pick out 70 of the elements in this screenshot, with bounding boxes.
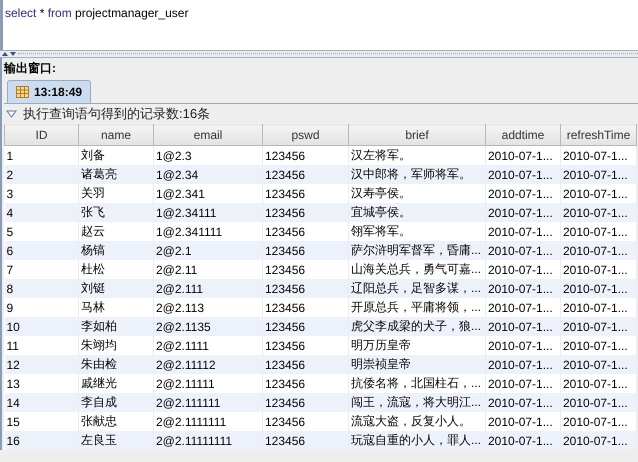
table-cell: 2010-07-1... [486, 393, 560, 412]
table-cell: 1@2.34111 [154, 203, 262, 222]
table-cell: 2010-07-1... [560, 165, 636, 184]
table-cell: 明崇祯皇帝 [348, 355, 486, 374]
table-cell: 玩寇自重的小人，罪人... [348, 431, 486, 450]
table-cell: 1@2.34 [154, 165, 262, 184]
table-cell: 杨镐 [78, 241, 154, 260]
table-icon [16, 86, 29, 98]
table-cell: 2@2.111111 [154, 393, 262, 412]
table-cell: 16 [4, 431, 78, 450]
table-cell: 2010-07-1... [486, 165, 560, 184]
table-cell: 萨尔浒明军督军，昏庸... [348, 241, 486, 260]
column-header[interactable]: name [78, 124, 154, 146]
table-cell: 123456 [262, 317, 348, 336]
table-cell: 2010-07-1... [560, 317, 636, 336]
column-header[interactable]: email [154, 124, 262, 146]
table-cell: 8 [4, 279, 78, 298]
table-cell: 4 [4, 203, 78, 222]
table-cell: 2010-07-1... [560, 393, 636, 412]
column-header[interactable]: addtime [486, 124, 560, 146]
table-cell: 李自成 [78, 393, 154, 412]
collapse-triangle-icon[interactable] [6, 110, 17, 118]
table-cell: 诸葛亮 [78, 165, 154, 184]
table-cell: 汉中郎将，军师将军。 [348, 165, 486, 184]
table-cell: 123456 [262, 355, 348, 374]
table-cell: 2 [4, 165, 78, 184]
table-cell: 李如柏 [78, 317, 154, 336]
table-cell: 朱由检 [78, 355, 154, 374]
table-cell: 2010-07-1... [560, 431, 636, 450]
column-header[interactable]: ID [4, 124, 78, 146]
splitter-arrows-icon[interactable] [2, 51, 16, 57]
output-window-label: 输出窗口: [4, 60, 56, 77]
table-cell: 2010-07-1... [486, 279, 560, 298]
table-cell: 2@2.1 [154, 241, 262, 260]
record-count-title: 执行查询语句得到的记录数:16条 [23, 105, 210, 123]
table-cell: 张飞 [78, 203, 154, 222]
table-cell: 2@2.11112 [154, 355, 262, 374]
table-cell: 2010-07-1... [560, 203, 636, 222]
table-cell: 2@2.1135 [154, 317, 262, 336]
table-cell: 2010-07-1... [560, 355, 636, 374]
table-cell: 123456 [262, 165, 348, 184]
result-tab[interactable]: 13:18:49 [7, 80, 92, 103]
table-cell: 2010-07-1... [560, 279, 636, 298]
table-cell: 左良玉 [78, 431, 154, 450]
table-cell: 123456 [262, 241, 348, 260]
sql-query[interactable]: select * from projectmanager_user [5, 6, 188, 20]
table-cell: 2010-07-1... [486, 431, 560, 450]
table-cell: 123456 [262, 393, 348, 412]
column-header[interactable]: brief [348, 124, 486, 146]
table-cell: 2@2.111 [154, 279, 262, 298]
table-cell: 刘铤 [78, 279, 154, 298]
table-cell: 2010-07-1... [486, 203, 560, 222]
table-cell: 2010-07-1... [486, 241, 560, 260]
table-cell: 2010-07-1... [486, 355, 560, 374]
table-cell: 123456 [262, 203, 348, 222]
table-cell: 14 [4, 393, 78, 412]
column-header[interactable]: refreshTime [560, 124, 636, 146]
table-cell: 闯王，流寇，将大明江... [348, 393, 486, 412]
table-cell: 6 [4, 241, 78, 260]
table-cell: 2010-07-1... [486, 317, 560, 336]
table-cell: 10 [4, 317, 78, 336]
table-cell: 2@2.11111111 [154, 431, 262, 450]
table-cell: 123456 [262, 279, 348, 298]
column-header[interactable]: pswd [262, 124, 348, 146]
table-cell: 宜城亭侯。 [348, 203, 486, 222]
table-cell: 辽阳总兵，足智多谋，... [348, 279, 486, 298]
table-cell: 12 [4, 355, 78, 374]
table-cell: 虎父李成梁的犬子，狼... [348, 317, 486, 336]
table-cell: 123456 [262, 431, 348, 450]
table-cell: 2010-07-1... [560, 241, 636, 260]
